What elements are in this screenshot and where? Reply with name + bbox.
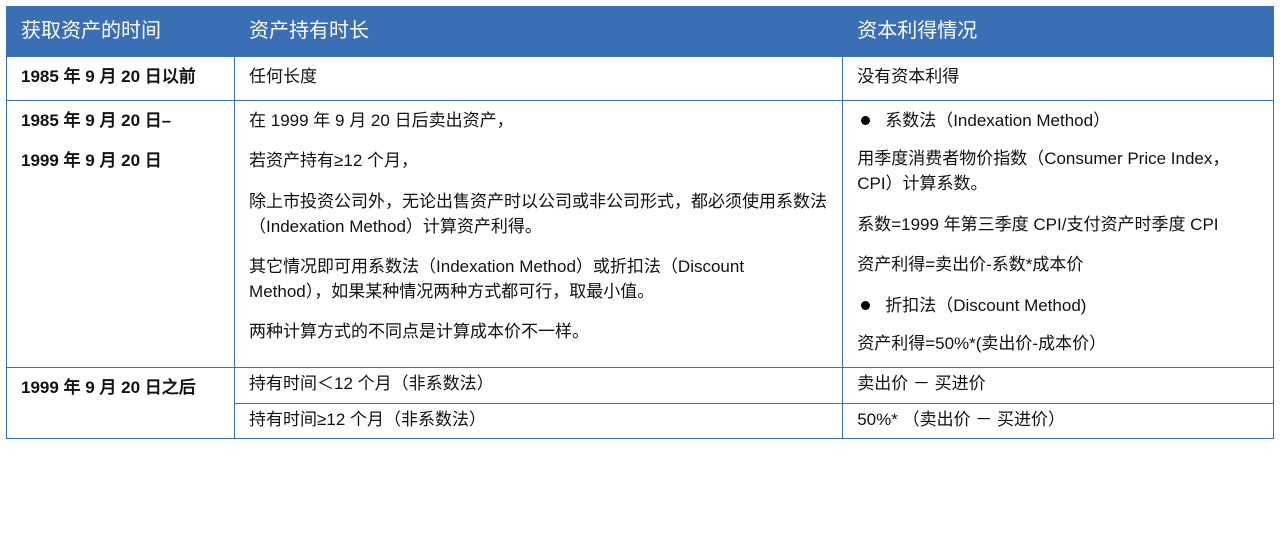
- gain-para: 系数=1999 年第三季度 CPI/支付资产时季度 CPI: [857, 213, 1259, 238]
- cell-duration-ge12: 持有时间≥12 个月（非系数法）: [235, 403, 843, 439]
- duration-para: 两种计算方式的不同点是计算成本价不一样。: [249, 320, 828, 345]
- time-range-end: 1999 年 9 月 20 日: [21, 149, 220, 174]
- cell-gain-none: 没有资本利得: [843, 57, 1274, 101]
- duration-para: 除上市投资公司外，无论出售资产时以公司或非公司形式，都必须使用系数法（Index…: [249, 190, 828, 239]
- cell-duration-1985-1999: 在 1999 年 9 月 20 日后卖出资产， 若资产持有≥12 个月， 除上市…: [235, 100, 843, 367]
- cell-time-after-1999: 1999 年 9 月 20 日之后: [7, 368, 235, 439]
- header-acquire-time: 获取资产的时间: [7, 7, 235, 57]
- duration-para: 在 1999 年 9 月 20 日后卖出资产，: [249, 109, 828, 134]
- bullet-indexation-method: 系数法（Indexation Method）: [857, 109, 1259, 134]
- cell-gain-ge12: 50%* （卖出价 － 买进价）: [843, 403, 1274, 439]
- cgt-table: 获取资产的时间 资产持有时长 资本利得情况 1985 年 9 月 20 日以前 …: [6, 6, 1274, 439]
- cell-duration-lt12: 持有时间＜12 个月（非系数法）: [235, 368, 843, 404]
- time-range-start: 1985 年 9 月 20 日–: [21, 109, 220, 134]
- cell-gain-1985-1999: 系数法（Indexation Method） 用季度消费者物价指数（Consum…: [843, 100, 1274, 367]
- table-row: 1985 年 9 月 20 日以前 任何长度 没有资本利得: [7, 57, 1274, 101]
- gain-para: 资产利得=卖出价-系数*成本价: [857, 253, 1259, 278]
- duration-para: 其它情况即可用系数法（Indexation Method）或折扣法（Discou…: [249, 255, 828, 304]
- header-capital-gain: 资本利得情况: [843, 7, 1274, 57]
- page-root: 获取资产的时间 资产持有时长 资本利得情况 1985 年 9 月 20 日以前 …: [0, 0, 1280, 447]
- cell-time-1985-1999: 1985 年 9 月 20 日– 1999 年 9 月 20 日: [7, 100, 235, 367]
- header-hold-duration: 资产持有时长: [235, 7, 843, 57]
- table-header: 获取资产的时间 资产持有时长 资本利得情况: [7, 7, 1274, 57]
- cell-duration-any: 任何长度: [235, 57, 843, 101]
- gain-para: 用季度消费者物价指数（Consumer Price Index，CPI）计算系数…: [857, 147, 1259, 196]
- cell-time-before-1985: 1985 年 9 月 20 日以前: [7, 57, 235, 101]
- duration-para: 若资产持有≥12 个月，: [249, 149, 828, 174]
- cell-gain-lt12: 卖出价 － 买进价: [843, 368, 1274, 404]
- bullet-discount-method: 折扣法（Discount Method): [857, 294, 1259, 319]
- table-row: 1985 年 9 月 20 日– 1999 年 9 月 20 日 在 1999 …: [7, 100, 1274, 367]
- gain-para: 资产利得=50%*(卖出价-成本价）: [857, 332, 1259, 357]
- table-row: 1999 年 9 月 20 日之后 持有时间＜12 个月（非系数法） 卖出价 －…: [7, 368, 1274, 404]
